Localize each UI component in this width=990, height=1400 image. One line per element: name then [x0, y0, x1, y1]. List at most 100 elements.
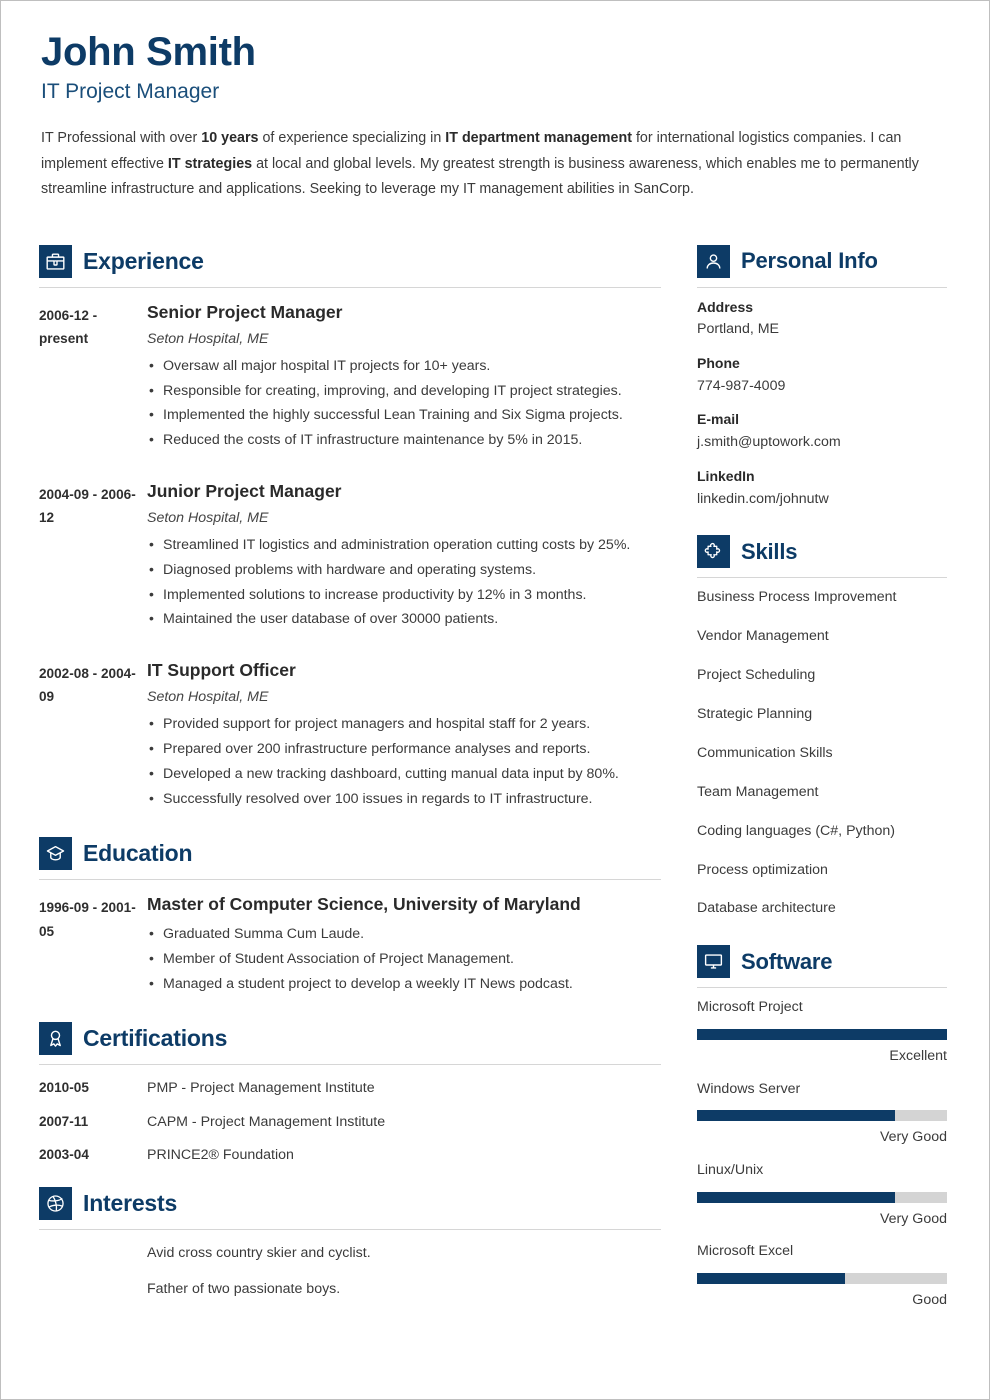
skill-item: Strategic Planning	[697, 706, 813, 722]
software-items: Microsoft Project Excellent Windows Server…	[697, 998, 947, 1309]
sidebar-column: Personal Info Address Portland, ME Phone 77…	[697, 244, 947, 1332]
skill-items: Business Process Improvement Vendor Manag…	[697, 588, 947, 919]
monitor-icon	[697, 945, 730, 979]
experience-entry: 2002-08 - 2004-09 IT Support Officer Seton…	[39, 660, 661, 811]
section-interests: Interests Avid cross country skier and c…	[39, 1186, 661, 1299]
software-item: Microsoft Excel Good	[697, 1242, 947, 1309]
software-item: Windows Server Very Good	[697, 1080, 947, 1147]
software-rating-fill	[697, 1110, 895, 1122]
personal-info-label: E-mail	[697, 411, 740, 428]
software-divider	[697, 987, 947, 989]
software-rating-bar	[697, 1191, 947, 1203]
education-date-range: 1996-09 - 2001-05	[39, 900, 136, 939]
personal-info-label: Address	[697, 298, 754, 315]
interest-row: Avid cross country skier and cyclist.	[39, 1244, 661, 1262]
bullet-item: Provided support for project managers an…	[147, 711, 661, 737]
software-rating-fill	[697, 1029, 947, 1041]
skill-item: Project Scheduling	[697, 667, 816, 684]
experience-organization: Seton Hospital, ME	[147, 330, 269, 347]
resume-header: John Smith IT Project Manager IT Profess…	[39, 31, 951, 203]
certification-date: 2007-11	[39, 1113, 89, 1129]
certification-rows: 2010-05 PMP - Project Management Institut…	[39, 1079, 661, 1164]
bullet-item: Implemented the highly successful Lean T…	[147, 402, 661, 428]
graduation-cap-icon	[39, 837, 72, 871]
personal-info-value: linkedin.com/johnutw	[697, 490, 829, 507]
skill-item: Coding languages (C#, Python)	[697, 822, 895, 839]
person-icon	[697, 244, 730, 278]
experience-entry: 2004-09 - 2006-12 Junior Project Manager S…	[39, 481, 661, 632]
skill-item: Process optimization	[697, 861, 828, 878]
experience-role: Junior Project Manager	[147, 480, 342, 501]
personal-info-label: LinkedIn	[697, 467, 755, 484]
certification-name: PMP - Project Management Institute	[147, 1080, 375, 1097]
software-name: Windows Server	[697, 1080, 801, 1097]
experience-divider	[39, 286, 661, 288]
experience-title: Experience	[83, 247, 204, 274]
section-software: Software Microsoft Project Excellent Windo…	[697, 945, 947, 1309]
skills-title: Skills	[741, 538, 798, 564]
interests-title: Interests	[83, 1189, 178, 1216]
certifications-divider	[39, 1064, 661, 1066]
interest-spacer	[39, 1280, 147, 1298]
bullet-list: Provided support for project managers an…	[147, 711, 661, 812]
software-name: Microsoft Excel	[697, 1243, 794, 1260]
section-education: Education 1996-09 - 2001-05 Master of Com…	[39, 837, 661, 996]
briefcase-icon	[39, 244, 72, 278]
software-heading: Software	[697, 945, 947, 979]
resume-page: John Smith IT Project Manager IT Profess…	[0, 0, 990, 1400]
personal-info-fields: Address Portland, ME Phone 774-987-4009 E-ma…	[697, 298, 947, 510]
certification-row: 2003-04 PRINCE2® Foundation	[39, 1146, 661, 1164]
software-item: Microsoft Project Excellent	[697, 998, 947, 1065]
section-experience: Experience 2006-12 - present Senior Proje…	[39, 244, 661, 812]
bullet-item: Maintained the user database of over 300…	[147, 606, 661, 632]
bullet-list: Graduated Summa Cum Laude.Member of Stud…	[147, 921, 661, 996]
skill-item: Database architecture	[697, 900, 836, 917]
experience-heading: Experience	[39, 244, 661, 278]
section-certifications: Certifications 2010-05 PMP - Project Mana…	[39, 1022, 661, 1164]
bullet-item: Graduated Summa Cum Laude.	[147, 921, 661, 947]
award-ribbon-icon	[39, 1022, 72, 1056]
candidate-job-title: IT Project Manager	[41, 80, 220, 103]
certification-date: 2010-05	[39, 1080, 89, 1096]
experience-organization: Seton Hospital, ME	[147, 689, 269, 706]
software-level-label: Very Good	[879, 1129, 947, 1146]
experience-entry: 2006-12 - present Senior Project Manager S…	[39, 302, 661, 453]
experience-detail: IT Support Officer Seton Hospital, ME Prov…	[147, 660, 661, 811]
bullet-item: Oversaw all major hospital IT projects f…	[147, 353, 661, 379]
skill-item: Team Management	[697, 783, 819, 800]
experience-role: Senior Project Manager	[147, 301, 343, 322]
software-level-label: Excellent	[889, 1048, 947, 1065]
education-divider	[39, 879, 661, 881]
experience-role: IT Support Officer	[147, 660, 296, 681]
personal-info-divider	[697, 286, 947, 288]
software-rating-fill	[697, 1273, 845, 1285]
experience-organization: Seton Hospital, ME	[147, 509, 269, 526]
education-detail: Master of Computer Science, University o…	[147, 894, 661, 996]
personal-info-value: Portland, ME	[697, 321, 780, 338]
summary-emphasis: 10 years	[201, 130, 259, 147]
bullet-item: Successfully resolved over 100 issues in…	[147, 786, 661, 812]
software-rating-fill	[697, 1191, 895, 1203]
interest-rows: Avid cross country skier and cyclist. Fat…	[39, 1244, 661, 1299]
experience-date-range: 2006-12 - present	[39, 307, 98, 346]
summary-emphasis: IT strategies	[167, 155, 253, 172]
certifications-title: Certifications	[83, 1025, 228, 1052]
summary-text: of experience specializing in	[258, 130, 446, 147]
certification-name: CAPM - Project Management Institute	[147, 1113, 386, 1130]
skill-item: Vendor Management	[697, 628, 829, 645]
software-level-label: Good	[912, 1292, 947, 1309]
bullet-item: Member of Student Association of Project…	[147, 946, 661, 972]
certification-date: 2003-04	[39, 1147, 89, 1163]
certification-name: PRINCE2® Foundation	[147, 1147, 294, 1164]
personal-info-heading: Personal Info	[697, 244, 947, 278]
education-degree: Master of Computer Science, University o…	[147, 894, 581, 915]
skill-item: Communication Skills	[697, 744, 833, 761]
summary-text: IT Professional with over	[41, 130, 202, 147]
bullet-item: Reduced the costs of IT infrastructure m…	[147, 427, 661, 453]
candidate-name: John Smith	[41, 30, 256, 74]
bullet-list: Streamlined IT logistics and administrat…	[147, 532, 661, 632]
interest-row: Father of two passionate boys.	[39, 1280, 661, 1298]
interests-divider	[39, 1228, 661, 1230]
skills-heading: Skills	[697, 535, 947, 569]
personal-info-label: Phone	[697, 354, 740, 371]
